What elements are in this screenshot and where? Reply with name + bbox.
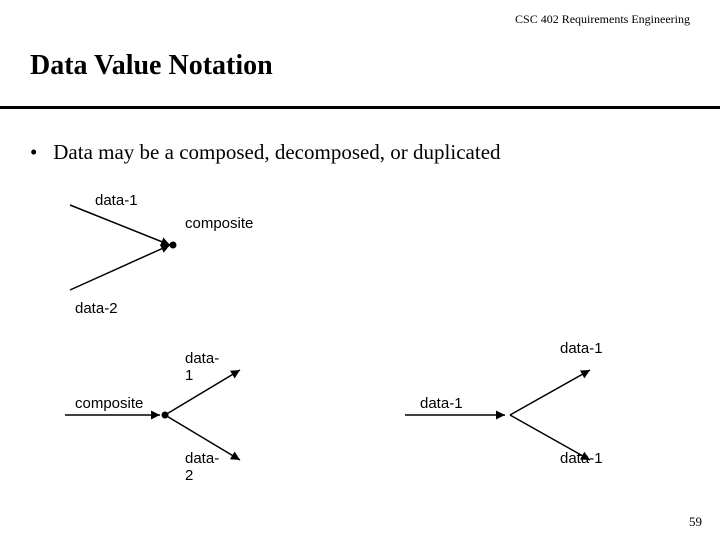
course-header: CSC 402 Requirements Engineering	[515, 12, 690, 27]
title-rule	[0, 106, 720, 109]
page-title: Data Value Notation	[30, 50, 273, 82]
bullet-marker: •	[30, 140, 48, 165]
page-number: 59	[689, 514, 702, 530]
compose-bottom-label: data-2	[75, 300, 118, 317]
compose-diagram	[60, 190, 220, 310]
duplicate-left-label: data-1	[420, 395, 463, 412]
compose-top-label: data-1	[95, 192, 138, 209]
decompose-top-label: data-1	[185, 350, 225, 384]
bullet-text: Data may be a composed, decomposed, or d…	[53, 140, 500, 164]
decompose-left-label: composite	[75, 395, 143, 412]
compose-right-label: composite	[185, 215, 253, 232]
duplicate-bottom-label: data-1	[560, 450, 603, 467]
duplicate-top-label: data-1	[560, 340, 603, 357]
bullet-line: • Data may be a composed, decomposed, or…	[30, 140, 501, 165]
decompose-bottom-label: data-2	[185, 450, 225, 484]
